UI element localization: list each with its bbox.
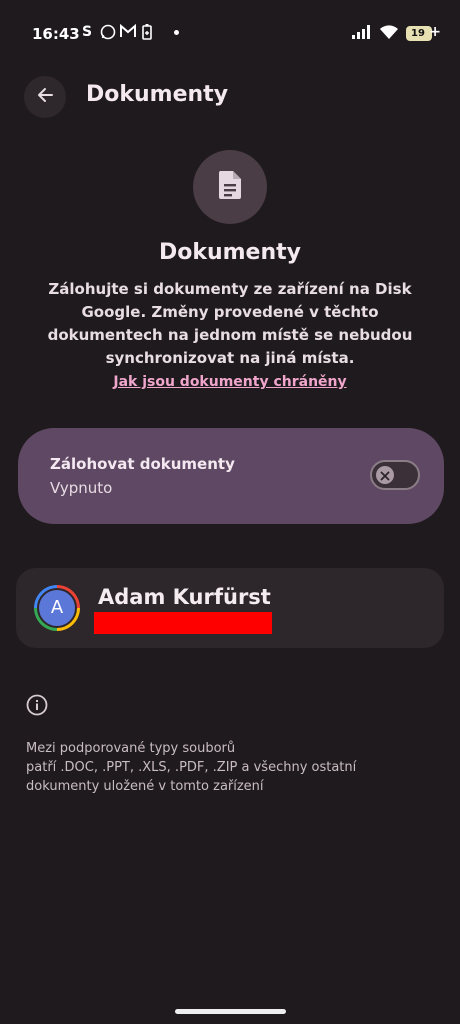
close-icon [380, 466, 390, 485]
backup-toggle-switch[interactable] [370, 460, 420, 490]
backup-setting-status: Vypnuto [50, 479, 113, 497]
info-text-line: patří .DOC, .PPT, .XLS, .PDF, .ZIP a vše… [26, 760, 357, 775]
signal-icon [352, 24, 372, 43]
hero-icon-container [193, 150, 267, 224]
supported-file-types-info: Mezi podporované typy souborů patří .DOC… [26, 739, 426, 796]
backup-setting-title: Zálohovat dokumenty [50, 455, 235, 473]
wifi-icon [380, 24, 398, 43]
charging-icon: + [429, 24, 441, 40]
page-header-title: Dokumenty [86, 82, 229, 107]
home-indicator[interactable] [175, 1009, 286, 1014]
battery-saver-icon [140, 24, 154, 40]
toggle-knob [376, 466, 394, 484]
notification-icons: S [80, 23, 179, 40]
back-button[interactable] [24, 76, 66, 118]
status-time: 16:43 [32, 25, 80, 43]
page-title: Dokumenty [158, 240, 302, 265]
arrow-back-icon [35, 85, 55, 109]
account-card[interactable]: A Adam Kurfürst [16, 568, 444, 648]
dot-icon [174, 29, 179, 35]
info-text-line: Mezi podporované typy souborů [26, 741, 236, 756]
status-bar: 16:43 S 19 + [0, 0, 460, 70]
info-icon [26, 694, 48, 716]
system-icons: 19 + [352, 24, 441, 43]
account-name: Adam Kurfürst [98, 585, 271, 609]
battery-level: 19 [411, 28, 425, 39]
avatar-ring: A [34, 585, 80, 631]
battery-icon: 19 + [406, 25, 441, 41]
backup-documents-toggle-card[interactable]: Zálohovat dokumenty Vypnuto [18, 428, 444, 524]
protection-info-link[interactable]: Jak jsou dokumenty chráněny [0, 374, 460, 390]
info-text-line: dokumenty uložené v tomto zařízení [26, 779, 264, 794]
s-app-icon: S [81, 24, 93, 40]
description-text: Zálohujte si dokumenty ze zařízení na Di… [47, 280, 413, 367]
gmail-icon [120, 23, 136, 40]
redacted-email [94, 612, 272, 634]
whatsapp-icon [100, 24, 116, 40]
avatar: A [37, 588, 77, 628]
document-icon [217, 170, 243, 204]
